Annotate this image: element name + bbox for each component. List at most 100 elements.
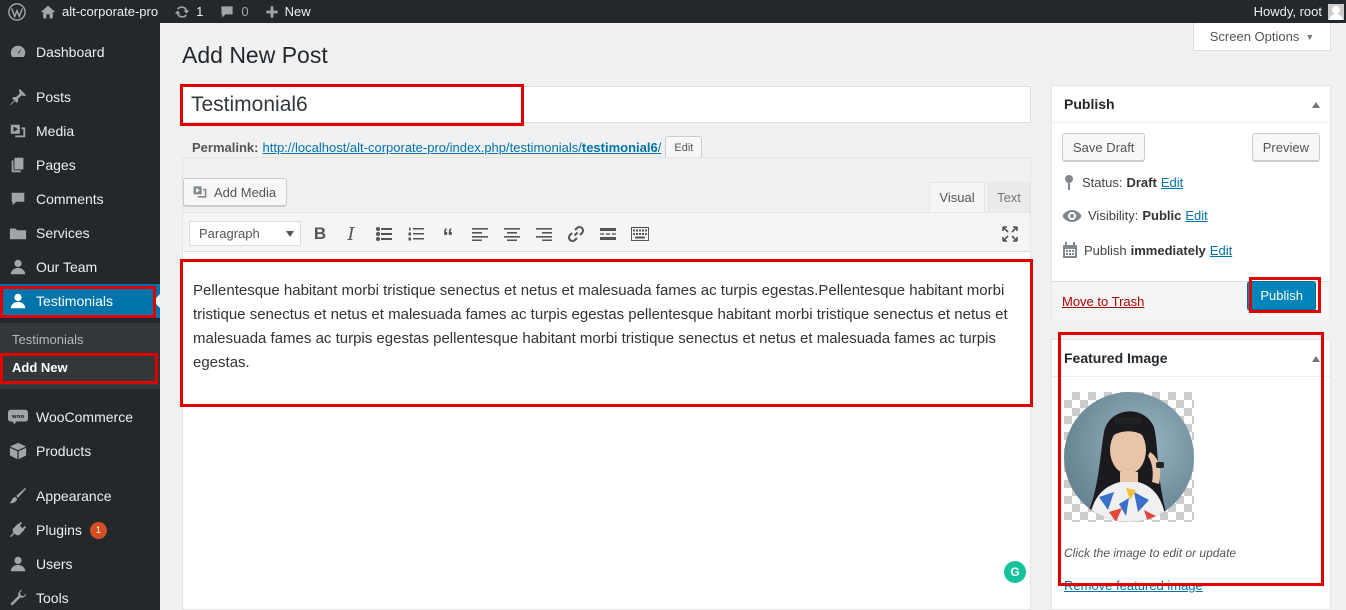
sidebar-item-posts[interactable]: Posts xyxy=(0,80,160,114)
sidebar-item-media[interactable]: Media xyxy=(0,114,160,148)
add-media-label: Add Media xyxy=(214,184,277,200)
svg-text:woo: woo xyxy=(12,414,25,420)
folder-icon xyxy=(0,224,36,242)
updates-count: 1 xyxy=(196,4,204,19)
blockquote-button[interactable]: “ xyxy=(436,222,460,249)
featured-image-header[interactable]: Featured Image xyxy=(1052,340,1330,377)
align-left-icon xyxy=(472,228,488,241)
sidebar-item-pages[interactable]: Pages xyxy=(0,148,160,182)
permalink-url-suffix: / xyxy=(657,140,662,155)
my-account[interactable]: Howdy, root xyxy=(1254,0,1346,23)
sidebar-item-comments[interactable]: Comments xyxy=(0,182,160,216)
sidebar-item-our-team[interactable]: Our Team xyxy=(0,250,160,284)
format-select-value: Paragraph xyxy=(199,226,260,241)
schedule-value: immediately xyxy=(1130,242,1206,258)
submenu-item-add-new[interactable]: Add New xyxy=(12,360,68,375)
sidebar-item-label: Comments xyxy=(36,191,104,207)
caret-up-icon[interactable] xyxy=(1312,102,1320,108)
plugins-update-badge: 1 xyxy=(89,521,107,539)
comments-count: 0 xyxy=(241,4,249,19)
permalink-url-prefix: http://localhost/alt-corporate-pro/index… xyxy=(262,140,582,155)
sidebar-item-label: Media xyxy=(36,123,75,139)
sidebar-item-tools[interactable]: Tools xyxy=(0,581,160,610)
sidebar-item-services[interactable]: Services xyxy=(0,216,160,250)
read-more-button[interactable] xyxy=(596,222,620,246)
publish-box-header[interactable]: Publish xyxy=(1052,86,1330,123)
calendar-icon xyxy=(1063,242,1077,258)
link-icon xyxy=(567,225,585,243)
sidebar-item-products[interactable]: Products xyxy=(0,434,160,468)
user-icon xyxy=(0,292,36,310)
bold-button[interactable]: B xyxy=(308,222,332,246)
testimonials-submenu: Testimonials Add New xyxy=(0,323,160,389)
caret-down-icon: ▼ xyxy=(1305,31,1315,42)
submenu-item-testimonials[interactable]: Testimonials xyxy=(12,332,84,347)
bulleted-list-button[interactable] xyxy=(372,222,396,246)
featured-image-box: Featured Image Click the image to edit o… xyxy=(1051,339,1331,610)
remove-featured-image-link[interactable]: Remove featured image xyxy=(1064,578,1203,593)
preview-button[interactable]: Preview xyxy=(1251,133,1320,161)
publish-box-title: Publish xyxy=(1064,96,1115,112)
sidebar-item-label: Dashboard xyxy=(36,44,105,60)
fullscreen-icon xyxy=(1002,226,1018,242)
eye-icon xyxy=(1062,209,1082,222)
howdy-text: Howdy, root xyxy=(1253,4,1322,19)
admin-sidebar: Dashboard Posts Media Pages Comments Ser… xyxy=(0,23,160,610)
add-media-button[interactable]: Add Media xyxy=(183,178,288,206)
align-center-button[interactable] xyxy=(500,222,524,246)
sidebar-item-appearance[interactable]: Appearance xyxy=(0,479,160,513)
sidebar-item-users[interactable]: Users xyxy=(0,547,160,581)
tab-visual[interactable]: Visual xyxy=(929,182,985,212)
align-left-button[interactable] xyxy=(468,222,492,246)
current-menu-arrow xyxy=(153,294,160,308)
permalink-url[interactable]: http://localhost/alt-corporate-pro/index… xyxy=(262,140,661,155)
status-edit-link[interactable]: Edit xyxy=(1161,175,1183,190)
permalink-edit-button[interactable]: Edit xyxy=(665,136,703,159)
sidebar-item-label: Users xyxy=(36,556,73,572)
screen-options-button[interactable]: Screen Options ▼ xyxy=(1193,23,1331,51)
new-content-link[interactable]: New xyxy=(265,0,311,23)
fullscreen-button[interactable] xyxy=(998,222,1022,246)
move-to-trash-link[interactable]: Move to Trash xyxy=(1062,294,1144,309)
quote-icon: “ xyxy=(442,224,454,249)
align-right-button[interactable] xyxy=(532,222,556,246)
sidebar-item-testimonials[interactable]: Testimonials xyxy=(0,284,160,318)
status-label: Status: xyxy=(1082,174,1123,190)
avatar xyxy=(1328,3,1344,20)
sidebar-item-plugins[interactable]: Plugins 1 xyxy=(0,513,160,547)
sidebar-item-dashboard[interactable]: Dashboard xyxy=(0,35,160,69)
site-name-link[interactable]: alt-corporate-pro xyxy=(40,0,158,23)
post-title-input[interactable]: Testimonial6 xyxy=(182,86,1031,123)
featured-image-thumbnail[interactable] xyxy=(1064,392,1194,522)
wrench-icon xyxy=(0,589,36,607)
caret-up-icon[interactable] xyxy=(1312,356,1320,362)
permalink-slug: testimonial6 xyxy=(581,140,658,155)
comments-link[interactable]: 0 xyxy=(219,0,249,23)
italic-button[interactable]: I xyxy=(339,222,363,246)
toolbar-toggle-button[interactable] xyxy=(628,222,652,246)
editor-tools: Add Media Visual Text xyxy=(183,158,1030,212)
keyboard-icon xyxy=(631,227,649,241)
grammarly-icon[interactable]: G xyxy=(1004,561,1026,583)
sidebar-item-label: Products xyxy=(36,443,92,459)
pin-icon xyxy=(1065,175,1073,190)
media-icon xyxy=(0,122,36,140)
page-title: Add New Post xyxy=(182,42,328,68)
insert-link-button[interactable] xyxy=(564,222,588,246)
numbered-list-icon xyxy=(408,227,424,241)
wordpress-logo-icon[interactable] xyxy=(8,0,26,23)
sidebar-item-woocommerce[interactable]: woo WooCommerce xyxy=(0,400,160,434)
tab-text[interactable]: Text xyxy=(988,182,1030,212)
bulleted-list-icon xyxy=(376,227,392,241)
visibility-edit-link[interactable]: Edit xyxy=(1185,208,1207,223)
editor-content[interactable]: Pellentesque habitant morbi tristique se… xyxy=(193,279,1023,375)
schedule-edit-link[interactable]: Edit xyxy=(1210,243,1232,258)
editor-toolbar: Paragraph B I “ xyxy=(183,212,1030,252)
sidebar-item-label: Tools xyxy=(36,590,69,606)
save-draft-button[interactable]: Save Draft xyxy=(1062,133,1146,161)
format-select[interactable]: Paragraph xyxy=(189,221,301,246)
sidebar-item-label: Plugins xyxy=(36,522,82,538)
publish-button[interactable]: Publish xyxy=(1247,281,1316,310)
updates-link[interactable]: 1 xyxy=(174,0,203,23)
numbered-list-button[interactable] xyxy=(404,222,428,246)
